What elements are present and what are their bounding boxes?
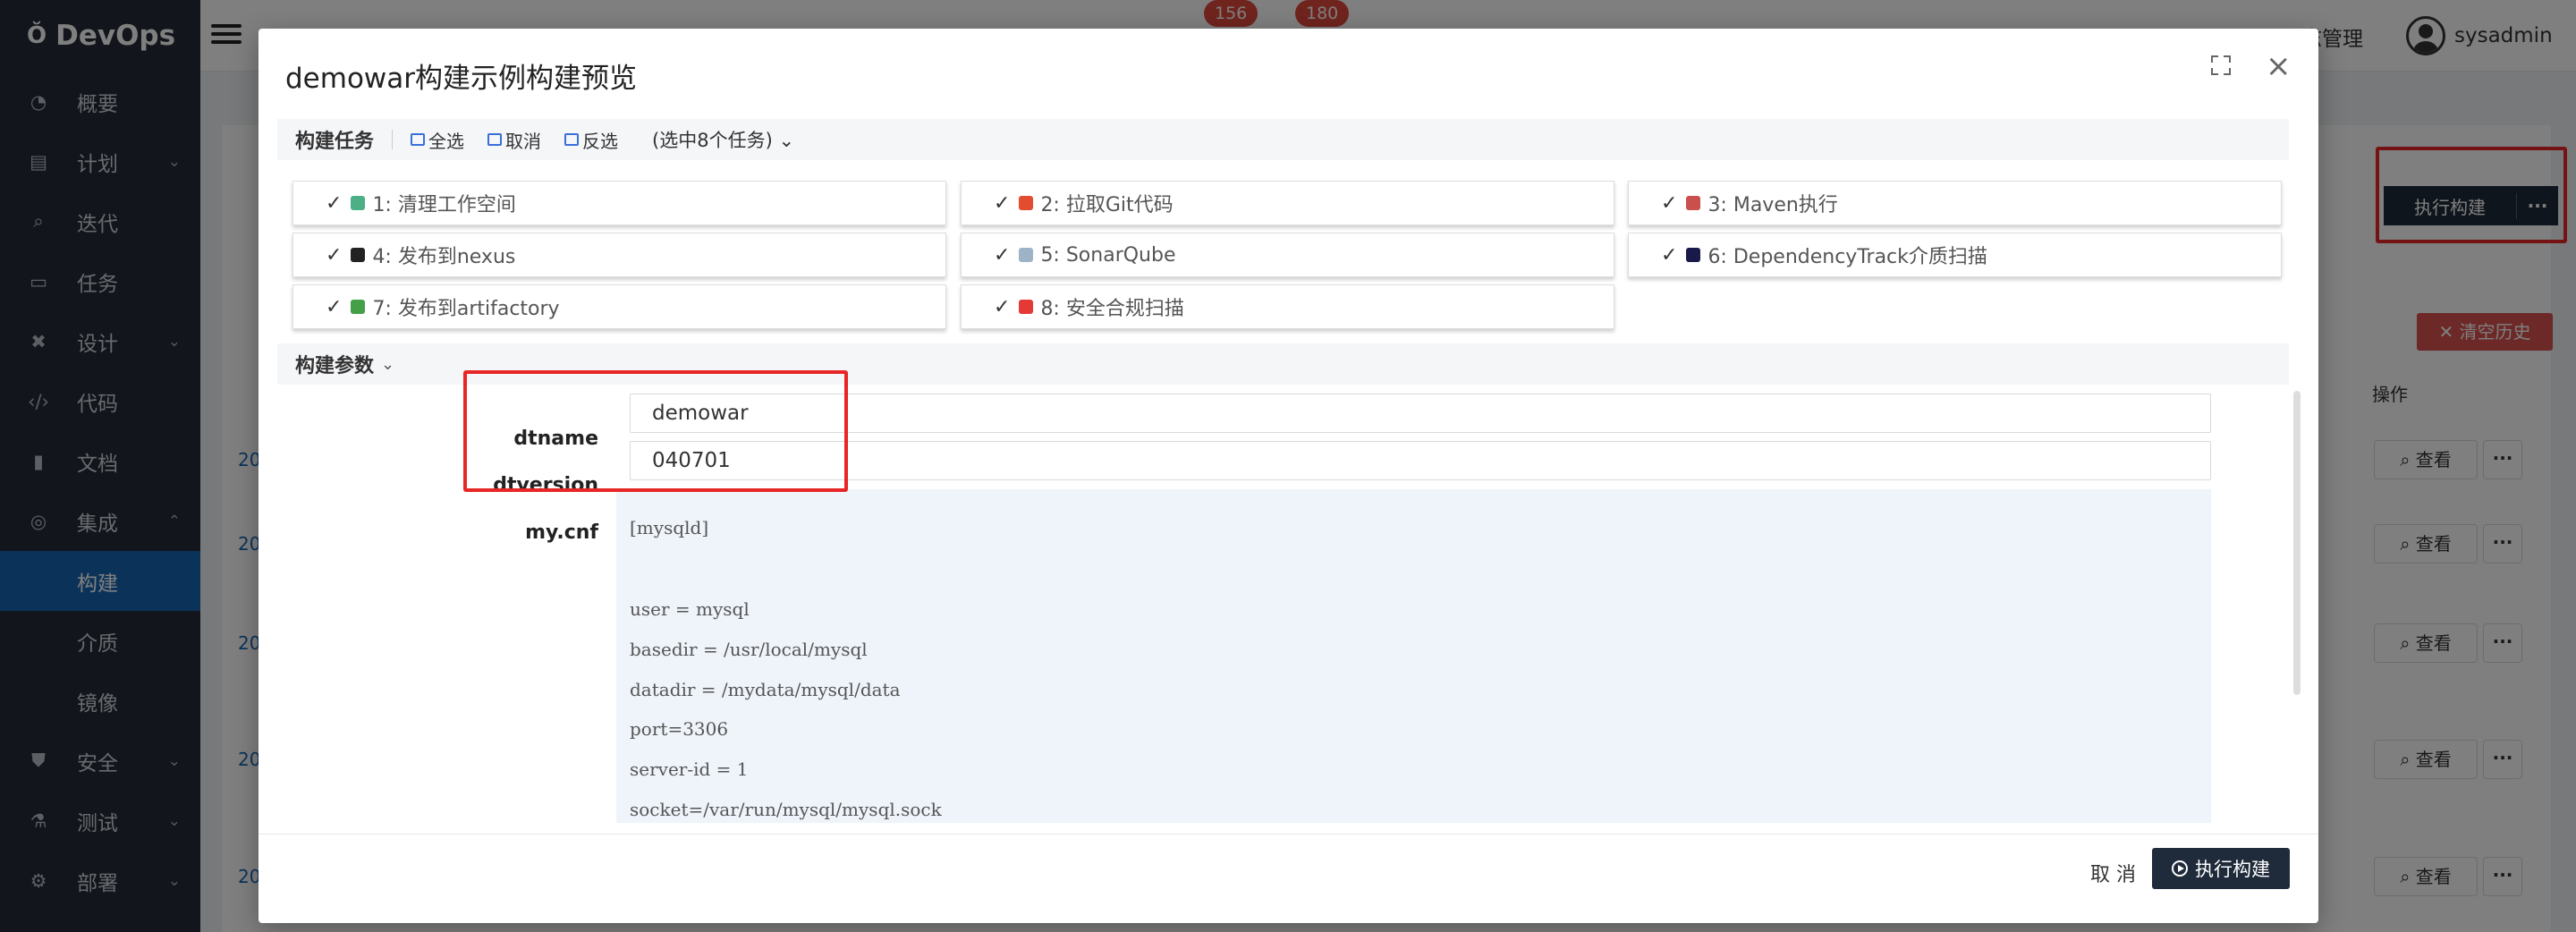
task-label: 7: 发布到artifactory <box>372 298 560 320</box>
cancel-selection-button[interactable]: 取消 <box>487 127 541 153</box>
maximize-icon[interactable] <box>2211 55 2231 75</box>
dtname-input[interactable]: demowar <box>630 394 2211 433</box>
check-icon: ✓ <box>994 243 1011 267</box>
config-line: datadir = /mydata/mysql/data <box>630 679 901 700</box>
divider <box>392 130 394 149</box>
chevron-down-icon: ⌄ <box>381 354 395 374</box>
task-label: 6: DependencyTrack介质扫描 <box>1707 246 1987 268</box>
config-line: server-id = 1 <box>630 758 749 780</box>
build-task-card[interactable]: ✓ 2: 拉取Git代码 <box>961 181 1614 225</box>
chevron-down-icon: ⌄ <box>778 130 795 151</box>
build-tasks-header: 构建任务 全选 取消 反选 (选中8个任务) ⌄ <box>277 119 2289 160</box>
build-task-card[interactable]: ✓ 5: SonarQube <box>961 233 1614 277</box>
task-label: 5: SonarQube <box>1040 243 1176 267</box>
select-all-button[interactable]: 全选 <box>411 127 464 153</box>
task-type-icon <box>1686 196 1701 210</box>
build-task-card[interactable]: ✓ 3: Maven执行 <box>1628 181 2282 225</box>
task-label: 8: 安全合规扫描 <box>1040 298 1184 320</box>
task-label: 2: 拉取Git代码 <box>1040 194 1174 216</box>
execute-build-label: 执行构建 <box>2195 859 2270 880</box>
check-icon: ✓ <box>326 295 343 318</box>
config-line: user = mysql <box>630 598 750 620</box>
check-square-icon <box>411 133 426 146</box>
task-label: 3: Maven执行 <box>1707 194 1838 216</box>
config-line: port=3306 <box>630 718 729 740</box>
task-type-icon <box>351 248 366 262</box>
check-icon: ✓ <box>1661 243 1678 267</box>
task-type-icon <box>351 196 366 210</box>
check-icon: ✓ <box>326 191 343 215</box>
selected-count: (选中8个任务) <box>652 130 773 151</box>
invert-selection-button[interactable]: 反选 <box>564 127 618 153</box>
task-type-icon <box>351 300 366 314</box>
play-circle-icon <box>2172 860 2188 877</box>
task-label: 1: 清理工作空间 <box>372 194 516 216</box>
execute-build-button[interactable]: 执行构建 <box>2152 848 2290 889</box>
invert-icon <box>564 133 580 146</box>
task-type-icon <box>1019 300 1034 314</box>
build-preview-modal: demowar构建示例构建预览 × 构建任务 全选 取消 反选 (选中8个任务)… <box>258 29 2318 923</box>
selected-count-dropdown[interactable]: (选中8个任务) ⌄ <box>652 126 794 153</box>
task-type-icon <box>1019 248 1034 262</box>
select-all-label: 全选 <box>428 130 465 152</box>
footer-divider <box>258 834 2318 835</box>
build-task-card[interactable]: ✓ 1: 清理工作空间 <box>292 181 946 225</box>
task-label: 4: 发布到nexus <box>372 246 516 268</box>
task-type-icon <box>1019 196 1034 210</box>
check-icon: ✓ <box>326 243 343 267</box>
check-icon: ✓ <box>1661 191 1678 215</box>
build-task-card[interactable]: ✓ 8: 安全合规扫描 <box>961 284 1614 329</box>
build-tasks-label: 构建任务 <box>295 131 375 153</box>
check-icon: ✓ <box>994 191 1011 215</box>
invert-selection-label: 反选 <box>582 130 619 152</box>
mycnf-textarea[interactable]: [mysqld] user = mysql basedir = /usr/local… <box>616 489 2211 823</box>
modal-title: demowar构建示例构建预览 <box>285 63 638 95</box>
highlight-box <box>463 370 848 492</box>
check-icon: ✓ <box>994 295 1011 318</box>
param-label-mycnf: my.cnf <box>525 521 598 544</box>
build-task-card[interactable]: ✓ 7: 发布到artifactory <box>292 284 946 329</box>
cancel-selection-label: 取消 <box>505 130 542 152</box>
config-line: basedir = /usr/local/mysql <box>630 639 868 660</box>
build-params-label: 构建参数 <box>295 355 375 377</box>
scrollbar[interactable] <box>2293 391 2301 695</box>
task-type-icon <box>1686 248 1701 262</box>
config-line: [mysqld] <box>630 517 709 538</box>
param-row: my.cnf <box>258 521 598 557</box>
build-task-card[interactable]: ✓ 4: 发布到nexus <box>292 233 946 277</box>
build-task-card[interactable]: ✓ 6: DependencyTrack介质扫描 <box>1628 233 2282 277</box>
cancel-button[interactable]: 取 消 <box>2090 859 2136 887</box>
config-line: socket=/var/run/mysql/mysql.sock <box>630 799 942 820</box>
square-icon <box>487 133 503 146</box>
dtversion-input[interactable]: 040701 <box>630 441 2211 480</box>
close-icon[interactable]: × <box>2266 48 2292 84</box>
